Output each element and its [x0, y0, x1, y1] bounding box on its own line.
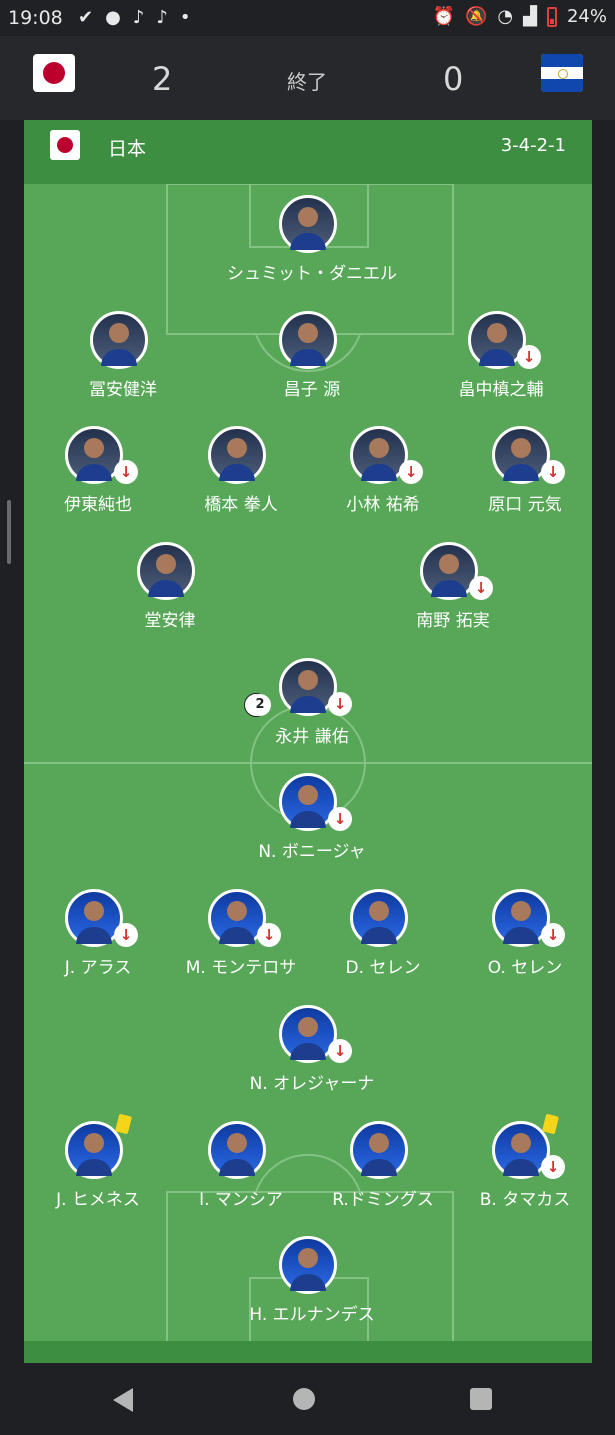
yellow-card-icon	[115, 1113, 132, 1135]
player-jp[interactable]: シュミット・ダニエル	[227, 195, 397, 291]
goal-count-badge: 2	[249, 694, 271, 716]
player-sv[interactable]: H. エルナンデス	[237, 1236, 387, 1332]
substitution-arrow-icon: ↓	[469, 576, 493, 600]
status-left-icons: ✔ ● ♪ ♪ •	[78, 7, 190, 28]
player-sv[interactable]: ↓ B. タマカス	[450, 1113, 600, 1217]
el-salvador-flag-icon[interactable]	[541, 54, 583, 92]
player-name: 畠中槙之輔	[458, 380, 544, 400]
player-avatar[interactable]	[208, 1121, 266, 1179]
player-sv[interactable]: ↓ O. セレン	[450, 889, 600, 985]
check-icon: ✔	[78, 7, 94, 28]
player-jp[interactable]: ↓ 畠中槙之輔	[426, 311, 576, 407]
circle-icon: ●	[105, 7, 121, 28]
player-avatar[interactable]	[90, 311, 148, 369]
team-bar: 日本 3-4-2-1	[24, 120, 592, 184]
pitch-footer	[24, 1341, 592, 1363]
home-icon[interactable]	[293, 1388, 315, 1410]
japan-flag-icon	[50, 130, 80, 160]
player-name: B. タマカス	[479, 1190, 571, 1210]
player-name: O. セレン	[487, 958, 563, 978]
status-bar: 19:08 ✔ ● ♪ ♪ • ⏰ 🔕 ◔ ▟ 24%	[0, 0, 615, 36]
formation: 3-4-2-1	[500, 135, 566, 156]
score-header: 2 終了 0	[0, 36, 615, 120]
player-sv[interactable]: ↓ N. オレジャーナ	[237, 1005, 387, 1101]
player-avatar[interactable]	[350, 1121, 408, 1179]
notification-icon: ♪	[132, 7, 145, 28]
substitution-arrow-icon: ↓	[114, 923, 138, 947]
wifi-icon: ◔	[497, 6, 514, 27]
player-jp[interactable]: ↓ 2 永井 謙佑	[237, 658, 387, 754]
status-right-icons: ⏰ 🔕 ◔ ▟ 24%	[433, 6, 607, 27]
battery-icon	[546, 6, 557, 27]
back-icon[interactable]	[113, 1388, 133, 1412]
yellow-card-icon	[542, 1113, 559, 1135]
player-name: 原口 元気	[488, 495, 562, 515]
player-jp[interactable]: 昌子 源	[237, 311, 387, 407]
system-nav-bar	[0, 1363, 615, 1435]
substitution-arrow-icon: ↓	[541, 923, 565, 947]
player-avatar[interactable]	[350, 889, 408, 947]
substitution-arrow-icon: ↓	[517, 345, 541, 369]
status-time: 19:08	[8, 7, 63, 29]
player-jp[interactable]: 堂安律	[95, 542, 245, 638]
substitution-arrow-icon: ↓	[328, 692, 352, 716]
player-name: N. ボニージャ	[258, 842, 366, 862]
substitution-arrow-icon: ↓	[541, 1155, 565, 1179]
home-score: 2	[152, 60, 173, 98]
player-jp[interactable]: ↓ 原口 元気	[450, 426, 600, 522]
substitution-arrow-icon: ↓	[328, 1039, 352, 1063]
signal-icon: ▟	[523, 6, 537, 27]
alarm-icon: ⏰	[432, 6, 455, 27]
substitution-arrow-icon: ↓	[257, 923, 281, 947]
away-score: 0	[443, 60, 464, 98]
notification-icon: ♪	[156, 7, 168, 28]
player-name: 冨安健洋	[89, 380, 157, 400]
player-name: 昌子 源	[283, 380, 341, 400]
battery-percent: 24%	[566, 6, 607, 27]
player-avatar[interactable]	[279, 311, 337, 369]
player-name: 南野 拓実	[416, 611, 490, 631]
player-name: H. エルナンデス	[249, 1305, 375, 1325]
player-avatar[interactable]	[279, 1236, 337, 1294]
player-name: 永井 謙佑	[275, 727, 349, 747]
dot-icon: •	[179, 7, 191, 28]
substitution-arrow-icon: ↓	[114, 460, 138, 484]
substitution-arrow-icon: ↓	[399, 460, 423, 484]
team-name: 日本	[108, 138, 147, 160]
mute-icon: 🔕	[465, 6, 488, 27]
player-name: シュミット・ダニエル	[227, 264, 397, 284]
match-status: 終了	[287, 70, 327, 94]
recents-icon[interactable]	[470, 1388, 492, 1410]
substitution-arrow-icon: ↓	[328, 807, 352, 831]
player-jp[interactable]: 冨安健洋	[48, 311, 198, 407]
player-avatar[interactable]	[208, 426, 266, 484]
player-sv[interactable]: ↓ N. ボニージャ	[237, 773, 387, 869]
player-name: N. オレジャーナ	[249, 1074, 375, 1094]
player-jp[interactable]: ↓ 南野 拓実	[378, 542, 528, 638]
player-avatar[interactable]	[279, 195, 337, 253]
substitution-arrow-icon: ↓	[541, 460, 565, 484]
player-avatar[interactable]	[137, 542, 195, 600]
japan-flag-icon[interactable]	[33, 54, 75, 92]
player-name: 堂安律	[144, 611, 196, 631]
